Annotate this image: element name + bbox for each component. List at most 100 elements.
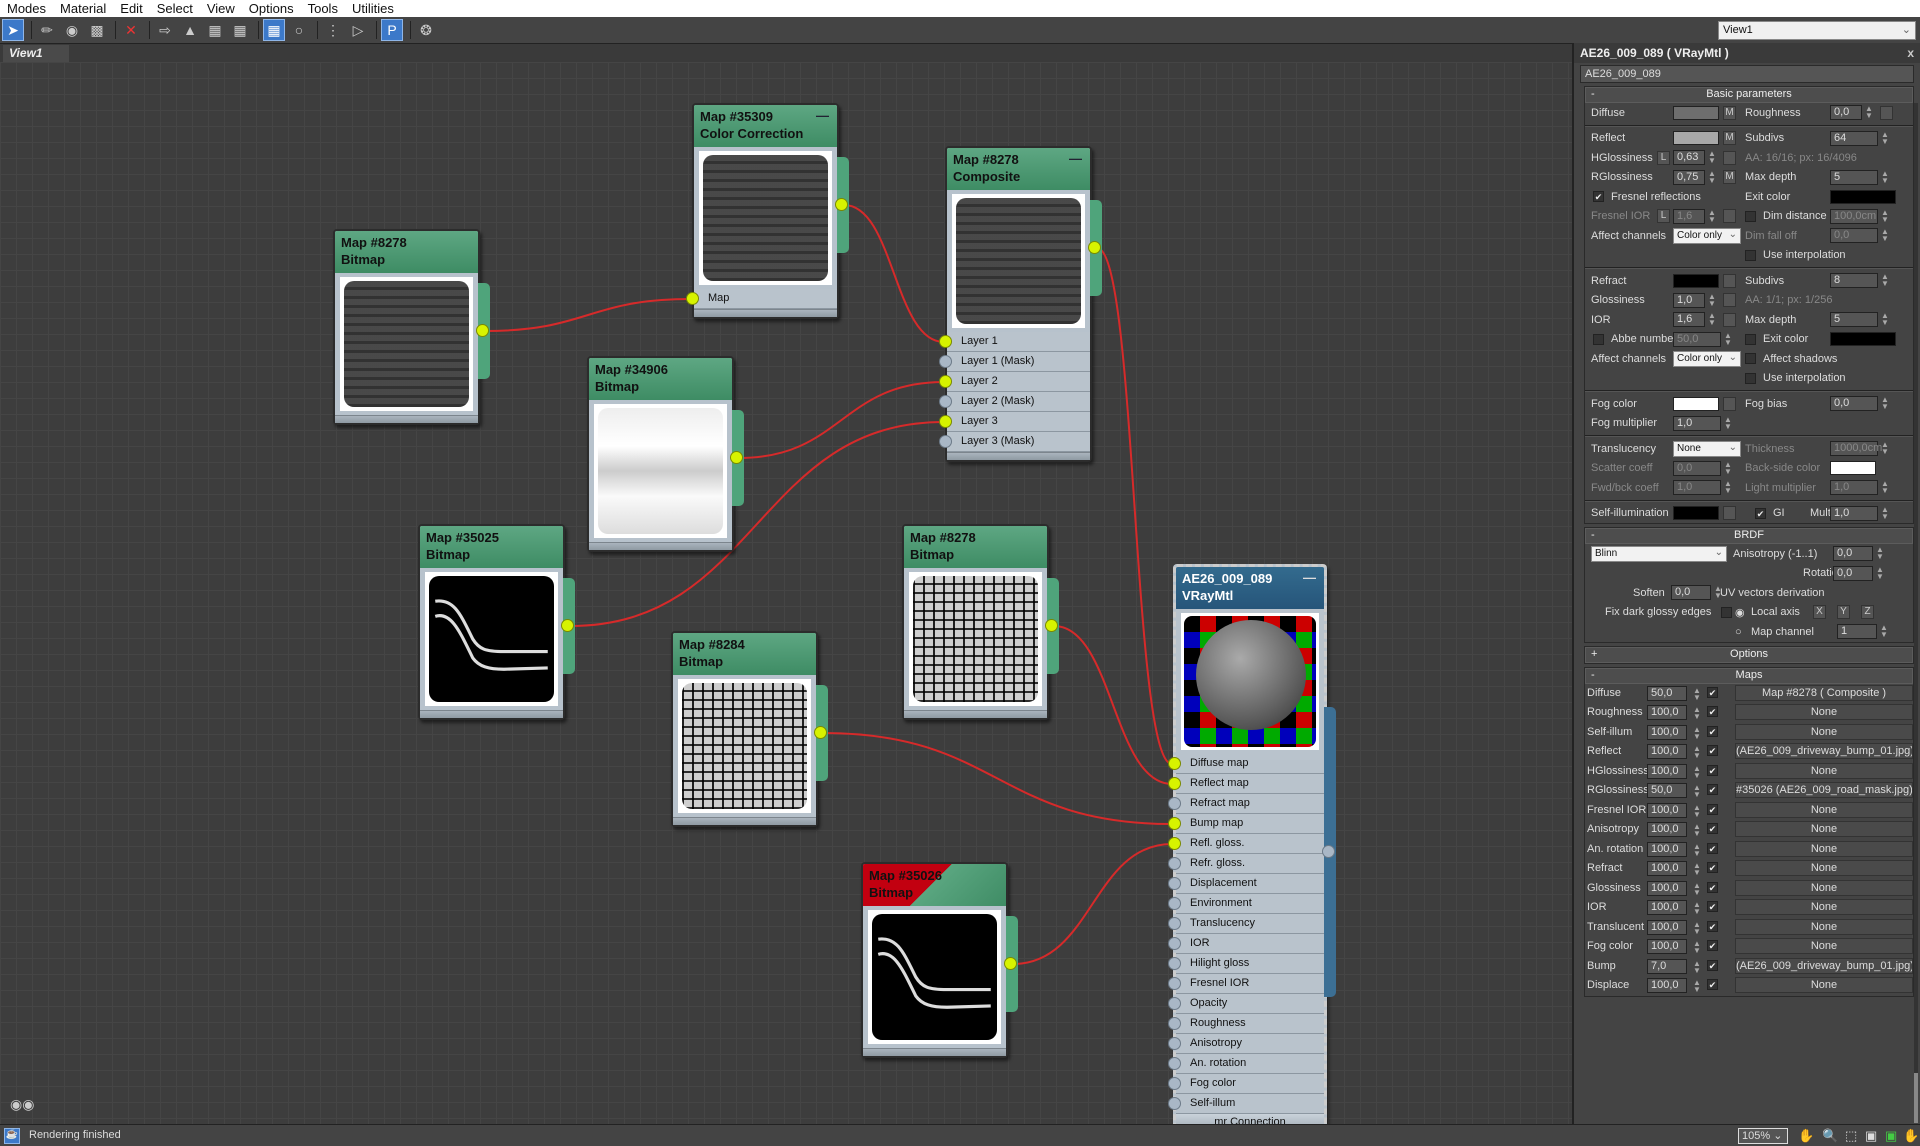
rollup-header[interactable]: - Basic parameters — [1585, 87, 1913, 103]
input-socket[interactable] — [1168, 1057, 1181, 1070]
input-slot[interactable]: Fresnel IOR — [1168, 974, 1324, 994]
map-enabled-checkbox[interactable]: ✔ — [1707, 803, 1718, 815]
show-map-in-viewport-button[interactable]: ▦ — [204, 19, 226, 41]
hglossiness-map-button[interactable] — [1723, 150, 1736, 165]
refract-map-button[interactable] — [1723, 273, 1736, 288]
spinner-icon[interactable]: ▲ ▼ — [1876, 546, 1884, 561]
node-header[interactable]: Map #35026 Bitmap — [863, 864, 1006, 906]
map-node[interactable]: Map #35309 Color Correction — Map — [686, 103, 849, 319]
abbe-field[interactable]: 50,0 — [1673, 331, 1721, 347]
spinner-icon[interactable]: ▲ ▼ — [1881, 273, 1889, 288]
map-amount-field[interactable]: 100,0 — [1647, 978, 1687, 993]
input-socket[interactable] — [686, 292, 699, 305]
glossiness-map-button[interactable] — [1723, 293, 1736, 308]
spinner-icon[interactable]: ▲ ▼ — [1693, 803, 1701, 819]
output-tab[interactable] — [730, 410, 744, 506]
view-selector-dropdown[interactable]: View1 ⌄ — [1718, 21, 1916, 40]
map-amount-field[interactable]: 100,0 — [1647, 802, 1687, 818]
input-slot[interactable]: Layer 2 — [939, 372, 1090, 392]
input-slot[interactable]: Layer 1 (Mask) — [939, 352, 1090, 372]
output-tab[interactable] — [1322, 707, 1336, 997]
self-illumination-swatch[interactable] — [1673, 506, 1719, 521]
node-header[interactable]: Map #35025 Bitmap — [420, 526, 563, 568]
input-socket[interactable] — [1168, 897, 1181, 910]
fog-bias-field[interactable]: 0,0 — [1830, 396, 1878, 412]
mult-field[interactable]: 1,0 — [1830, 505, 1878, 521]
pan-hand-icon[interactable]: ✋ — [1798, 1128, 1814, 1144]
map-enabled-checkbox[interactable]: ✔ — [1707, 745, 1718, 756]
map-channel-field[interactable]: 1 — [1837, 624, 1877, 640]
output-tab[interactable] — [1004, 916, 1018, 1012]
map-slot-button[interactable]: None — [1735, 723, 1913, 740]
spinner-icon[interactable]: ▲ ▼ — [1693, 842, 1701, 858]
input-socket[interactable] — [939, 355, 952, 368]
menu-options[interactable]: Options — [242, 1, 301, 16]
brdf-type-dropdown[interactable]: Blinn ⌄ — [1591, 545, 1727, 562]
output-socket[interactable] — [1004, 957, 1017, 970]
hglossiness-lock-button[interactable]: L — [1657, 150, 1670, 165]
affect-shadows-checkbox[interactable] — [1745, 353, 1756, 365]
eyedropper-button[interactable]: ✏ — [36, 19, 58, 41]
connection-wire[interactable] — [1053, 625, 1173, 785]
input-socket[interactable] — [1168, 857, 1181, 870]
x-axis-button[interactable]: X — [1813, 605, 1826, 620]
node-editor-canvas[interactable]: Map #8278 Bitmap Map #35309 Color Correctio… — [0, 62, 1572, 1135]
spinner-icon[interactable]: ▲ ▼ — [1881, 396, 1889, 411]
spinner-icon[interactable]: ▲ ▼ — [1693, 901, 1701, 916]
input-slot[interactable]: Layer 1 — [939, 332, 1090, 352]
input-slot[interactable]: Refract map — [1168, 794, 1324, 814]
menu-utilities[interactable]: Utilities — [345, 1, 401, 16]
map-enabled-checkbox[interactable]: ✔ — [1707, 764, 1718, 776]
output-tab[interactable] — [814, 685, 828, 781]
menu-modes[interactable]: Modes — [0, 1, 53, 16]
diffuse-map-button[interactable]: M — [1723, 105, 1736, 120]
map-amount-field[interactable]: 100,0 — [1647, 724, 1687, 740]
map-amount-field[interactable]: 7,0 — [1647, 958, 1687, 974]
input-socket[interactable] — [939, 395, 952, 408]
map-amount-field[interactable]: 100,0 — [1647, 822, 1687, 837]
map-slot-button[interactable]: None — [1735, 918, 1913, 935]
map-node[interactable]: Map #8278 Composite — Layer 1 Layer 1 (Mask)… — [939, 146, 1102, 462]
input-slot[interactable]: IOR — [1168, 934, 1324, 954]
back-side-color-swatch[interactable] — [1830, 461, 1876, 476]
spinner-icon[interactable]: ▲ ▼ — [1865, 105, 1873, 120]
spinner-icon[interactable]: ▲ ▼ — [1881, 169, 1889, 185]
map-enabled-checkbox[interactable]: ✔ — [1707, 959, 1718, 971]
spinner-icon[interactable]: ▲ ▼ — [1708, 208, 1716, 224]
input-slot[interactable]: An. rotation — [1168, 1054, 1324, 1074]
spinner-icon[interactable]: ▲ ▼ — [1693, 979, 1701, 994]
map-amount-field[interactable]: 100,0 — [1647, 705, 1687, 720]
rglossiness-field[interactable]: 0,75 — [1673, 169, 1705, 185]
dim-distance-field[interactable]: 100,0cm — [1830, 208, 1878, 224]
input-socket[interactable] — [1168, 1097, 1181, 1110]
input-slot[interactable]: Refr. gloss. — [1168, 854, 1324, 874]
map-slot-button[interactable]: None — [1735, 860, 1913, 876]
rollup-header[interactable]: + Options — [1585, 646, 1913, 663]
map-amount-field[interactable]: 100,0 — [1647, 939, 1687, 954]
map-slot-button[interactable]: None — [1735, 879, 1913, 896]
self-illum-map-button[interactable] — [1723, 506, 1736, 521]
minimize-icon[interactable]: — — [816, 107, 829, 124]
refract-use-interpolation-checkbox[interactable] — [1745, 372, 1756, 384]
fresnel-ior-field[interactable]: 1,6 — [1673, 208, 1705, 224]
map-slot-button[interactable]: None — [1735, 899, 1913, 915]
spinner-icon[interactable]: ▲ ▼ — [1693, 764, 1701, 780]
zoom-icon[interactable]: 🔍 — [1822, 1128, 1838, 1144]
node-header[interactable]: Map #8278 Composite — — [947, 148, 1090, 190]
spinner-icon[interactable]: ▲ ▼ — [1693, 862, 1701, 877]
frame-all-icon[interactable]: ▣ — [1885, 1128, 1897, 1144]
output-socket[interactable] — [1045, 619, 1058, 632]
input-socket[interactable] — [939, 435, 952, 448]
spinner-icon[interactable]: ▲ ▼ — [1881, 480, 1889, 495]
scrollbar-thumb[interactable] — [1914, 1073, 1918, 1123]
output-tab[interactable] — [1045, 578, 1059, 674]
connection-wire[interactable] — [822, 732, 1173, 825]
map-slot-button[interactable]: None — [1735, 821, 1913, 837]
rglossiness-map-button[interactable]: M — [1723, 170, 1736, 185]
glossiness-field[interactable]: 1,0 — [1673, 292, 1705, 308]
input-slot[interactable]: Reflect map — [1168, 774, 1324, 794]
input-slot[interactable]: Layer 2 (Mask) — [939, 392, 1090, 412]
map-enabled-checkbox[interactable]: ✔ — [1707, 686, 1718, 698]
input-slot[interactable]: Environment — [1168, 894, 1324, 914]
input-socket[interactable] — [1168, 1037, 1181, 1050]
